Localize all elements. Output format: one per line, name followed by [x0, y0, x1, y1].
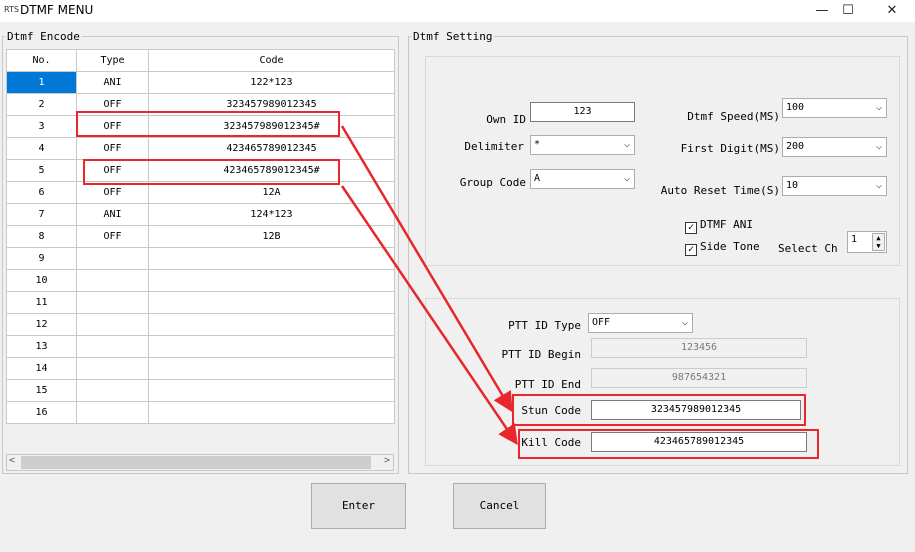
arrow-to-stun-code: [340, 125, 513, 413]
arrow-to-kill-code: [340, 185, 518, 446]
annotation-arrows: [340, 125, 518, 446]
